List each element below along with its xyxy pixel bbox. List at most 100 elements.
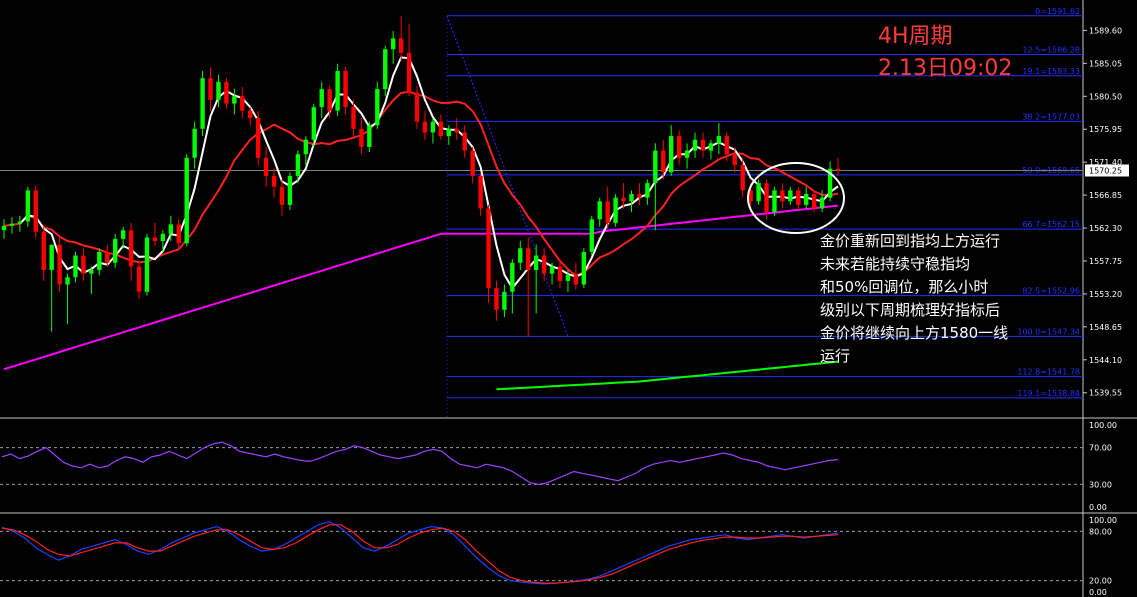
commentary-line: 金价将继续向上方1580一线 [820, 324, 1009, 342]
candle-body [629, 194, 634, 202]
candle-body [113, 238, 118, 263]
candle-body [819, 197, 825, 209]
candle-body [208, 78, 213, 100]
candle-body [462, 132, 467, 151]
candle-body [120, 230, 126, 239]
candle-body [255, 118, 261, 158]
candle-body [168, 224, 173, 234]
candle-body [359, 128, 364, 147]
candle-body [279, 186, 285, 205]
commentary-line: 运行 [820, 347, 851, 365]
commentary-line: 金价重新回到指均上方运行 [820, 232, 1001, 250]
candle-body [240, 96, 245, 111]
candle-body [438, 121, 444, 137]
price-tick-label: 1539.55 [1089, 389, 1122, 398]
candle-body [160, 233, 166, 242]
candle-body [271, 175, 277, 187]
candle-body [303, 139, 309, 155]
slow-ma-line [3, 204, 839, 371]
candle-body [287, 175, 293, 205]
candle-body [772, 190, 777, 213]
fib-level-label: 66.7=1562.15 [1022, 220, 1080, 229]
fast-ma-line [19, 56, 839, 290]
candle-body [57, 244, 62, 285]
candle-body [589, 219, 594, 252]
candle-body [73, 255, 78, 278]
candle-body [557, 266, 563, 281]
oscillator-tick-label: 70.00 [1089, 444, 1112, 453]
price-tick-label: 1585.05 [1089, 59, 1122, 68]
candle-body [716, 136, 722, 144]
candle-body [581, 251, 587, 285]
candle-body [653, 150, 658, 184]
candle-body [224, 81, 229, 104]
candle-body [661, 150, 666, 173]
candle-body [176, 224, 181, 244]
candle-body [65, 277, 70, 285]
fib-anchor-line [446, 15, 569, 337]
candle-body [319, 89, 324, 108]
candle-body [533, 255, 539, 271]
candle-body [502, 291, 507, 310]
candle-body [637, 194, 642, 198]
fib-level-label: 12.5=1586.28 [1022, 45, 1080, 54]
oscillator-tick-label: 100.00 [1089, 516, 1117, 525]
candle-body [692, 139, 698, 151]
candle-body [526, 248, 531, 271]
candle-body [724, 136, 729, 155]
candle-body [248, 110, 253, 119]
candle-body [311, 107, 316, 140]
candle-body [605, 201, 610, 223]
oscillator-tick-label: 80.00 [1089, 527, 1112, 536]
candle-body [740, 165, 745, 191]
candle-body [804, 194, 809, 205]
candle-body [510, 262, 515, 292]
candle-body [708, 143, 714, 151]
candle-body [391, 38, 396, 50]
candle-body [414, 92, 420, 122]
candle-body [343, 70, 348, 108]
candle-body [454, 128, 459, 133]
oscillator-tick-label: 0.00 [1089, 503, 1107, 512]
candle-body [669, 136, 674, 173]
oscillator-tick-label: 0.00 [1089, 588, 1107, 597]
candle-body [184, 157, 189, 244]
candle-body [597, 201, 602, 220]
candle-body [676, 136, 682, 158]
candle-body [1, 225, 7, 231]
candle-body [430, 121, 436, 133]
candle-body [549, 266, 555, 274]
candle-body [835, 168, 841, 171]
candle-body [17, 221, 23, 224]
candle-body [105, 251, 110, 263]
candle-body [9, 223, 15, 226]
candle-body [192, 128, 197, 158]
candle-body [49, 244, 54, 271]
price-tick-label: 1566.85 [1089, 191, 1122, 200]
fib-level-label: 38.2=1577.03 [1022, 112, 1080, 121]
candle-body [494, 288, 499, 310]
candle-body [327, 89, 332, 111]
analysis-commentary: 金价重新回到指均上方运行 未来若能持续守稳指均 和50%回调位，那么小时 级别以… [820, 230, 1132, 368]
candle-body [541, 255, 547, 274]
candlesticks [1, 15, 841, 337]
fib-level-label: 19.1=1583.33 [1022, 67, 1080, 76]
candle-body [383, 49, 388, 90]
candle-body [200, 78, 205, 129]
candle-body [295, 154, 301, 176]
candle-body [232, 96, 237, 104]
candle-body [811, 194, 817, 209]
current-price-label: 1570.25 [1089, 166, 1122, 175]
candle-body [81, 255, 86, 274]
candle-body [565, 275, 571, 281]
candle-body [398, 38, 404, 53]
candle-body [152, 237, 158, 242]
candle-body [645, 183, 650, 198]
candle-body [41, 231, 46, 271]
candle-body [764, 183, 769, 213]
candle-body [25, 190, 31, 222]
candle-body [216, 81, 221, 100]
candle-body [756, 183, 761, 202]
candle-body [263, 157, 269, 176]
candle-body [406, 52, 412, 93]
